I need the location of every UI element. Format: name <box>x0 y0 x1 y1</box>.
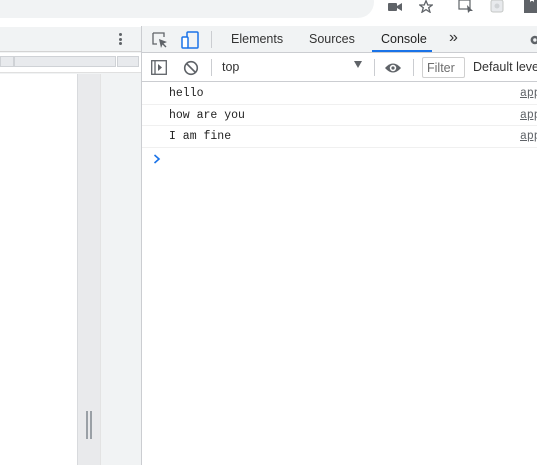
console-message: I am fine app <box>142 126 537 148</box>
filter-input[interactable] <box>422 57 465 78</box>
message-text: I am fine <box>169 130 232 143</box>
camera-icon[interactable] <box>387 0 403 13</box>
tab-elements[interactable]: Elements <box>231 26 283 52</box>
live-expression-eye-icon[interactable] <box>383 59 403 76</box>
more-vert-icon[interactable] <box>113 31 127 47</box>
more-tabs-button[interactable]: » <box>449 26 458 52</box>
inspect-element-icon[interactable] <box>151 31 169 48</box>
prompt-chevron-icon <box>153 153 163 165</box>
chevron-down-icon <box>354 61 362 68</box>
extension-badge-icon[interactable] <box>489 0 505 13</box>
tab-console[interactable]: Console <box>381 26 427 52</box>
devtools-panel: Elements Sources Console » top Default l… <box>141 26 537 465</box>
ruler-segment <box>0 56 14 67</box>
console-prompt-input[interactable] <box>169 148 529 168</box>
message-source-link[interactable]: app <box>520 87 537 100</box>
ruler-segment <box>117 56 139 67</box>
star-icon[interactable] <box>418 0 434 13</box>
separator <box>374 59 375 76</box>
console-toolbar: top Default levels <box>142 53 537 82</box>
separator <box>211 31 212 48</box>
address-bar[interactable] <box>0 0 374 18</box>
active-tab-indicator <box>372 50 432 52</box>
context-selector[interactable]: top <box>222 57 368 77</box>
console-messages: hello app how are you app I am fine app <box>142 83 537 148</box>
tab-sources[interactable]: Sources <box>309 26 355 52</box>
settings-gear-icon[interactable] <box>528 31 537 48</box>
resize-handle[interactable] <box>86 411 92 439</box>
console-message: hello app <box>142 83 537 105</box>
browser-toolbar <box>0 0 537 26</box>
log-levels-selector[interactable]: Default levels <box>473 57 537 77</box>
message-source-link[interactable]: app <box>520 130 537 143</box>
extension-icon[interactable] <box>457 0 475 13</box>
extension-puzzle-icon[interactable] <box>520 0 537 13</box>
sidebar-toggle-icon[interactable] <box>150 59 168 76</box>
page-document[interactable] <box>0 74 78 465</box>
device-toolbar-icon[interactable] <box>180 30 200 49</box>
message-source-link[interactable]: app <box>520 109 537 122</box>
devtools-tabbar: Elements Sources Console » <box>142 26 537 53</box>
page-header <box>0 27 141 52</box>
message-text: hello <box>169 87 204 100</box>
page-canvas <box>0 74 141 465</box>
message-text: how are you <box>169 108 245 122</box>
separator <box>413 59 414 76</box>
page-gutter <box>100 74 141 465</box>
separator <box>211 59 212 76</box>
clear-console-icon[interactable] <box>182 59 200 76</box>
console-message: how are you app <box>142 105 537 126</box>
page-area <box>0 27 141 465</box>
ruler <box>0 53 141 73</box>
ruler-segment <box>14 56 116 67</box>
